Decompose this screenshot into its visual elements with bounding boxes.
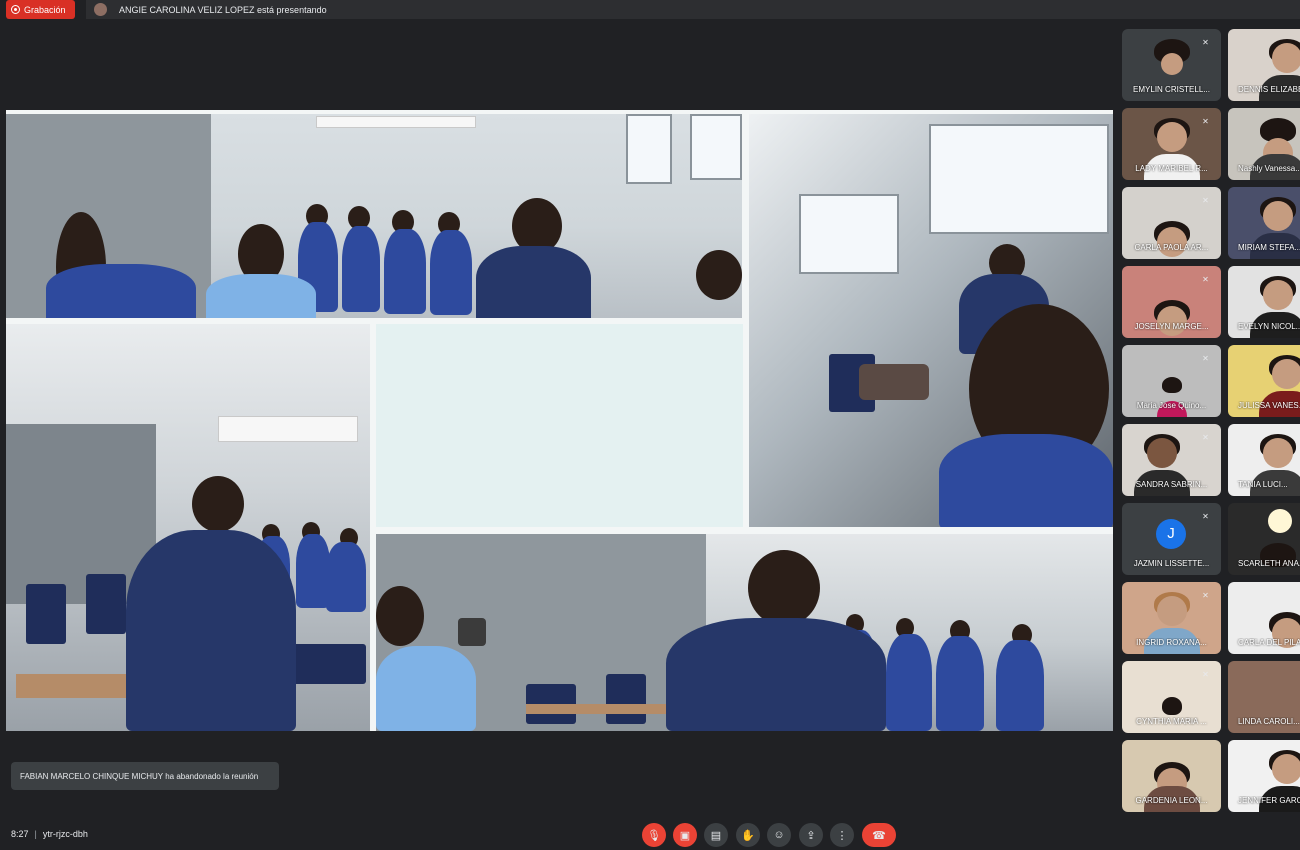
participant-initial-avatar: J bbox=[1156, 519, 1186, 549]
collage-photo-right bbox=[749, 114, 1113, 527]
participant-name: INGRID ROXANA... bbox=[1136, 638, 1207, 647]
mic-off-icon: ✕ bbox=[1202, 275, 1209, 284]
participant-name: LADY MARIBEL R... bbox=[1135, 164, 1208, 173]
participant-name: GARDENIA LEON... bbox=[1135, 796, 1208, 805]
participant-tile[interactable]: ✕ CYNTHIA MARIA ... bbox=[1122, 661, 1221, 733]
meeting-info: 8:27 | ytr-rjzc-dbh bbox=[11, 829, 88, 839]
participant-tile[interactable]: JULISSA VANES... bbox=[1228, 345, 1300, 417]
participant-tile[interactable]: ✕ CARLA PAOLA AR... bbox=[1122, 187, 1221, 259]
participant-name: SANDRA SABRIN... bbox=[1135, 480, 1208, 489]
captions-button[interactable]: ▤ bbox=[704, 823, 728, 847]
participant-tile[interactable]: EVELYN NICOL... bbox=[1228, 266, 1300, 338]
participant-tile[interactable]: GARDENIA LEON... bbox=[1122, 740, 1221, 812]
participant-name: TANIA LUCI... bbox=[1238, 480, 1288, 489]
collage-photo-bottom-right bbox=[376, 534, 1113, 731]
mic-off-icon: ✕ bbox=[1202, 512, 1209, 521]
camera-off-icon: ▣ bbox=[679, 829, 691, 842]
raise-hand-button[interactable]: ✋ bbox=[736, 823, 760, 847]
recording-badge: Grabación bbox=[6, 0, 75, 19]
camera-off-button[interactable]: ▣ bbox=[673, 823, 697, 847]
recording-icon bbox=[11, 5, 20, 14]
participant-name: JOSELYN MARGE... bbox=[1134, 322, 1209, 331]
clock-time: 8:27 bbox=[11, 829, 29, 839]
presenting-banner: ANGIE CAROLINA VELIZ LOPEZ está presenta… bbox=[86, 0, 1300, 19]
participant-name: SCARLETH ANA... bbox=[1238, 559, 1300, 568]
emoji-icon: ☺ bbox=[773, 829, 785, 841]
notification-text: FABIAN MARCELO CHINQUE MICHUY ha abandon… bbox=[20, 771, 259, 781]
participant-name: Nashly Vanessa... bbox=[1238, 164, 1300, 173]
mic-off-button[interactable]: 🎙 bbox=[642, 823, 666, 847]
participant-name: LINDA CAROLI... bbox=[1238, 717, 1300, 726]
mic-off-icon: ✕ bbox=[1202, 670, 1209, 679]
presenter-avatar bbox=[94, 3, 107, 16]
participant-name: MIRIAM STEFA... bbox=[1238, 243, 1300, 252]
top-bar: Grabación ANGIE CAROLINA VELIZ LOPEZ est… bbox=[0, 0, 1300, 20]
more-options-button[interactable]: ⋮ bbox=[830, 823, 854, 847]
collage-photo-top-left bbox=[6, 114, 742, 318]
emoji-button[interactable]: ☺ bbox=[767, 823, 791, 847]
participant-tile[interactable]: CARLA DEL PILA... bbox=[1228, 582, 1300, 654]
presenting-text: ANGIE CAROLINA VELIZ LOPEZ está presenta… bbox=[119, 4, 327, 15]
collage-blank-panel bbox=[376, 324, 743, 527]
participant-grid: ✕ EMYLIN CRISTELL... DENNIS ELIZABE... ✕… bbox=[1122, 29, 1300, 814]
participant-tile[interactable]: MIRIAM STEFA... bbox=[1228, 187, 1300, 259]
separator: | bbox=[34, 829, 37, 839]
participant-tile[interactable]: Nashly Vanessa... bbox=[1228, 108, 1300, 180]
present-button[interactable]: ⇪ bbox=[799, 823, 823, 847]
participant-tile[interactable]: ✕ JOSELYN MARGE... bbox=[1122, 266, 1221, 338]
present-icon: ⇪ bbox=[806, 829, 816, 842]
collage-photo-bottom-left bbox=[6, 324, 370, 731]
mic-off-icon: ✕ bbox=[1202, 38, 1209, 47]
shared-screen bbox=[6, 110, 1113, 731]
mic-off-icon: 🎙 bbox=[647, 829, 661, 842]
participant-tile[interactable]: LINDA CAROLI... bbox=[1228, 661, 1300, 733]
hang-up-icon: ☎ bbox=[872, 829, 886, 842]
participant-tile[interactable]: SCARLETH ANA... bbox=[1228, 503, 1300, 575]
participant-tile[interactable]: ✕ INGRID ROXANA... bbox=[1122, 582, 1221, 654]
hand-icon: ✋ bbox=[741, 829, 755, 842]
participant-name: Maria Jose Quino... bbox=[1136, 401, 1207, 410]
participant-name: JULISSA VANES... bbox=[1238, 401, 1300, 410]
mic-off-icon: ✕ bbox=[1202, 354, 1209, 363]
notification-toast: FABIAN MARCELO CHINQUE MICHUY ha abandon… bbox=[11, 762, 279, 790]
more-vert-icon: ⋮ bbox=[836, 829, 848, 842]
hang-up-button[interactable]: ☎ bbox=[862, 823, 896, 847]
participant-name: JAZMIN LISSETTE... bbox=[1133, 559, 1210, 568]
participant-tile[interactable]: ✕ SANDRA SABRIN... bbox=[1122, 424, 1221, 496]
meeting-code[interactable]: ytr-rjzc-dbh bbox=[43, 829, 88, 839]
mic-off-icon: ✕ bbox=[1202, 117, 1209, 126]
mic-off-icon: ✕ bbox=[1202, 433, 1209, 442]
participant-name: CYNTHIA MARIA ... bbox=[1136, 717, 1207, 726]
participant-name: DENNIS ELIZABE... bbox=[1238, 85, 1300, 94]
participant-name: EMYLIN CRISTELL... bbox=[1133, 85, 1210, 94]
participant-tile[interactable]: J ✕ JAZMIN LISSETTE... bbox=[1122, 503, 1221, 575]
participant-tile[interactable]: DENNIS ELIZABE... bbox=[1228, 29, 1300, 101]
mic-off-icon: ✕ bbox=[1202, 196, 1209, 205]
participant-tile[interactable]: TANIA LUCI... bbox=[1228, 424, 1300, 496]
mic-off-icon: ✕ bbox=[1202, 591, 1209, 600]
participant-tile[interactable]: ✕ EMYLIN CRISTELL... bbox=[1122, 29, 1221, 101]
participant-name: CARLA PAOLA AR... bbox=[1134, 243, 1209, 252]
bottom-bar: 8:27 | ytr-rjzc-dbh 🎙 ▣ ▤ ✋ ☺ ⇪ ⋮ ☎ bbox=[0, 815, 1300, 850]
participant-tile[interactable]: ✕ LADY MARIBEL R... bbox=[1122, 108, 1221, 180]
participant-name: CARLA DEL PILA... bbox=[1238, 638, 1300, 647]
captions-icon: ▤ bbox=[710, 829, 722, 842]
recording-label: Grabación bbox=[24, 4, 66, 15]
participant-tile[interactable]: JENNIFER GARC... bbox=[1228, 740, 1300, 812]
participant-tile[interactable]: ✕ Maria Jose Quino... bbox=[1122, 345, 1221, 417]
participant-name: EVELYN NICOL... bbox=[1238, 322, 1300, 331]
participant-name: JENNIFER GARC... bbox=[1238, 796, 1300, 805]
